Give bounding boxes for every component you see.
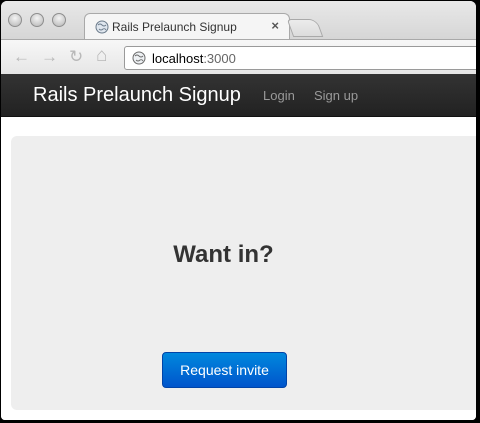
tab-title: Rails Prelaunch Signup: [112, 20, 237, 34]
navbar: Rails Prelaunch Signup Login Sign up: [1, 74, 476, 117]
url-text: localhost:3000: [152, 51, 236, 66]
hero-title: Want in?: [173, 241, 274, 268]
hero-unit: Want in? Request invite: [11, 136, 476, 410]
url-port: :3000: [203, 51, 236, 66]
browser-toolbar: ← → ↻ ⌂ localhost:3000: [1, 39, 476, 74]
home-icon[interactable]: ⌂: [96, 45, 107, 67]
new-tab-button[interactable]: [286, 19, 324, 37]
browser-tab[interactable]: Rails Prelaunch Signup ×: [84, 13, 290, 40]
reload-icon[interactable]: ↻: [69, 47, 83, 67]
nav-signup-link[interactable]: Sign up: [314, 88, 358, 103]
nav-login-link[interactable]: Login: [263, 88, 295, 103]
page-content: Rails Prelaunch Signup Login Sign up Wan…: [1, 74, 476, 420]
url-host: localhost: [152, 51, 204, 66]
tab-strip: Rails Prelaunch Signup ×: [1, 1, 476, 40]
close-window-button[interactable]: [8, 13, 22, 27]
minimize-window-button[interactable]: [30, 13, 44, 27]
address-bar[interactable]: localhost:3000: [124, 46, 476, 70]
globe-icon: [132, 51, 146, 65]
close-tab-icon[interactable]: ×: [271, 18, 279, 33]
request-invite-button[interactable]: Request invite: [162, 352, 287, 388]
zoom-window-button[interactable]: [52, 13, 66, 27]
brand-link[interactable]: Rails Prelaunch Signup: [33, 84, 241, 107]
globe-icon: [95, 20, 109, 34]
forward-icon[interactable]: →: [41, 47, 58, 67]
browser-window: Rails Prelaunch Signup × ← → ↻ ⌂ localho…: [1, 1, 476, 420]
back-icon[interactable]: ←: [13, 47, 30, 67]
